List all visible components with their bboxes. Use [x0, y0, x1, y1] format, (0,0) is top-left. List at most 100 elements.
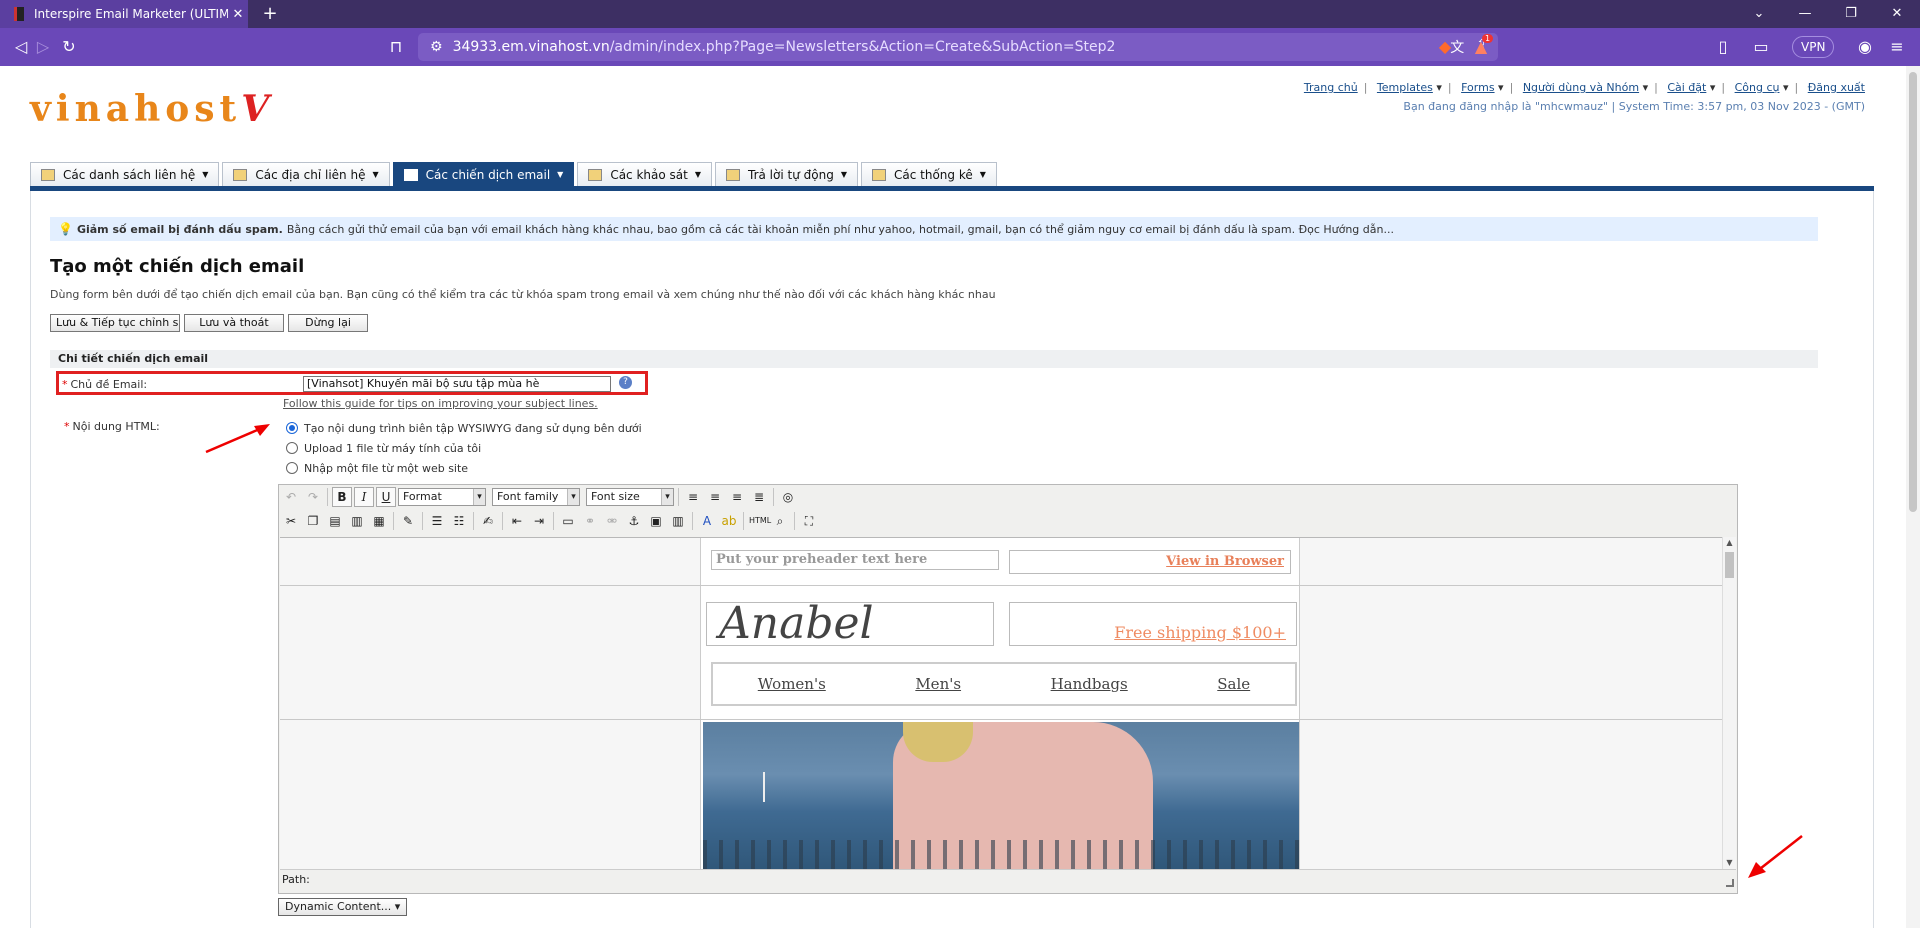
option-label: Upload 1 file từ máy tính của tôi: [304, 441, 482, 455]
site-info-icon[interactable]: ⚙: [430, 39, 443, 55]
back-icon[interactable]: ◁: [10, 37, 32, 57]
align-left-icon[interactable]: ≡: [683, 487, 703, 507]
text-color-icon[interactable]: A: [697, 511, 717, 531]
option-label: Tạo nội dung trình biên tập WYSIWYG đang…: [304, 421, 642, 435]
forward-icon[interactable]: ▷: [32, 37, 54, 57]
highlight-color-icon[interactable]: ab: [719, 511, 739, 531]
close-window-icon[interactable]: ✕: [1874, 0, 1920, 28]
bookmark-icon[interactable]: ⊓: [385, 37, 407, 57]
page-description: Dùng form bên dưới để tạo chiến dịch ema…: [50, 288, 996, 301]
align-justify-icon[interactable]: ≣: [749, 487, 769, 507]
paste-text-icon[interactable]: ▥: [347, 511, 367, 531]
tip-text: Bằng cách gửi thử email của bạn với emai…: [286, 222, 1394, 236]
site-favicon-icon: [14, 7, 24, 21]
header-band: Anabel Free shipping $100+ Women's Men's…: [280, 586, 1724, 720]
fullscreen-icon[interactable]: ⛶: [799, 511, 819, 531]
browser-toolbar: ◁ ▷ ↻ ⊓ ⚙ 34933.em.vinahost.vn/admin/ind…: [0, 28, 1920, 66]
new-tab-button[interactable]: +: [258, 3, 282, 25]
sidebar-toggle-icon[interactable]: ▯: [1712, 37, 1734, 57]
edit-icon[interactable]: ✍: [478, 511, 498, 531]
bullet-list-icon[interactable]: ☰: [427, 511, 447, 531]
sailboat-shape: [763, 772, 785, 802]
cancel-button[interactable]: Dừng lại: [288, 314, 368, 332]
scroll-thumb[interactable]: [1725, 552, 1734, 578]
browser-tab[interactable]: Interspire Email Marketer (ULTIM ✕: [0, 0, 248, 28]
free-shipping-text[interactable]: Free shipping $100+: [1009, 602, 1297, 646]
italic-button[interactable]: I: [354, 487, 374, 507]
spellcheck-icon[interactable]: ◎: [778, 487, 798, 507]
restore-icon[interactable]: ❐: [1828, 0, 1874, 28]
save-exit-button[interactable]: Lưu và thoát: [184, 314, 284, 332]
editor-scrollbar[interactable]: ▲ ▼: [1722, 537, 1736, 869]
editor-content[interactable]: Put your preheader text here View in Bro…: [280, 537, 1724, 869]
subject-input[interactable]: [Vinahsot] Khuyến mãi bộ sưu tập mùa hè: [303, 376, 611, 392]
copy-icon[interactable]: ❐: [303, 511, 323, 531]
numbered-list-icon[interactable]: ☷: [449, 511, 469, 531]
chevron-down-icon[interactable]: ⌄: [1736, 0, 1782, 28]
option-label: Nhập một file từ một web site: [304, 461, 469, 475]
media-icon[interactable]: ▥: [668, 511, 688, 531]
wysiwyg-editor: ↶ ↷ B I U Format Font family Font size ≡…: [278, 484, 1738, 894]
redo-icon[interactable]: ↷: [303, 487, 323, 507]
menu-sale[interactable]: Sale: [1217, 675, 1250, 693]
page-scrollbar[interactable]: [1906, 66, 1920, 928]
resize-handle-icon[interactable]: [1726, 879, 1734, 887]
outdent-icon[interactable]: ⇤: [507, 511, 527, 531]
table-icon[interactable]: ▭: [558, 511, 578, 531]
profile-avatar[interactable]: ◉: [1854, 37, 1876, 57]
font-size-select[interactable]: Font size: [586, 488, 674, 506]
preheader-text[interactable]: Put your preheader text here: [711, 550, 999, 570]
search-replace-icon[interactable]: ⌕: [770, 511, 790, 531]
scroll-up-icon[interactable]: ▲: [1723, 537, 1736, 549]
tip-bold: Giảm số email bị đánh dấu spam.: [76, 222, 283, 236]
save-continue-button[interactable]: Lưu & Tiếp tục chỉnh sửa: [50, 314, 180, 332]
undo-icon[interactable]: ↶: [281, 487, 301, 507]
option-upload[interactable]: Upload 1 file từ máy tính của tôi: [286, 438, 642, 458]
unlink-icon[interactable]: ⚮: [602, 511, 622, 531]
clean-format-icon[interactable]: ✎: [398, 511, 418, 531]
align-right-icon[interactable]: ≡: [727, 487, 747, 507]
reload-icon[interactable]: ↻: [58, 37, 80, 57]
menu-mens[interactable]: Men's: [915, 675, 961, 693]
brand-logo[interactable]: Anabel: [706, 602, 994, 646]
hero-image[interactable]: [703, 722, 1299, 869]
address-bar[interactable]: ⚙ 34933.em.vinahost.vn/admin/index.php?P…: [418, 33, 1498, 61]
radio-checked[interactable]: [286, 422, 298, 434]
close-tab-icon[interactable]: ✕: [228, 7, 248, 22]
indent-icon[interactable]: ⇥: [529, 511, 549, 531]
minimize-icon[interactable]: —: [1782, 0, 1828, 28]
format-select[interactable]: Format: [398, 488, 486, 506]
page-scroll-thumb[interactable]: [1909, 72, 1917, 512]
link-icon[interactable]: ⚭: [580, 511, 600, 531]
wallet-icon[interactable]: ▭: [1750, 37, 1772, 57]
option-import-url[interactable]: Nhập một file từ một web site: [286, 458, 642, 478]
vpn-button[interactable]: VPN: [1792, 36, 1835, 58]
html-source-icon[interactable]: HTML: [748, 511, 771, 531]
paste-icon[interactable]: ▤: [325, 511, 345, 531]
header-block: Anabel Free shipping $100+ Women's Men's…: [700, 586, 1300, 719]
radio-unchecked[interactable]: [286, 462, 298, 474]
help-icon[interactable]: ?: [619, 376, 632, 389]
scroll-down-icon[interactable]: ▼: [1723, 857, 1736, 869]
option-wysiwyg[interactable]: Tạo nội dung trình biên tập WYSIWYG đang…: [286, 418, 642, 438]
subject-label: * Chủ đề Email:: [62, 378, 148, 391]
underline-button[interactable]: U: [376, 487, 396, 507]
vpn-label: VPN: [1801, 40, 1826, 54]
menu-womens[interactable]: Women's: [758, 675, 826, 693]
bold-button[interactable]: B: [332, 487, 352, 507]
anchor-icon[interactable]: ⚓: [624, 511, 644, 531]
radio-unchecked[interactable]: [286, 442, 298, 454]
menu-icon[interactable]: ≡: [1886, 37, 1908, 57]
menu-handbags[interactable]: Handbags: [1051, 675, 1128, 693]
editor-toolbar-row-1: ↶ ↷ B I U Format Font family Font size ≡…: [281, 486, 798, 508]
brave-shield-icon[interactable]: ◆: [1434, 37, 1456, 57]
image-icon[interactable]: ▣: [646, 511, 666, 531]
align-center-icon[interactable]: ≡: [705, 487, 725, 507]
view-in-browser-link[interactable]: View in Browser: [1009, 550, 1291, 574]
subject-guide-link[interactable]: Follow this guide for tips on improving …: [283, 397, 598, 410]
dynamic-content-button[interactable]: Dynamic Content... ▾: [278, 898, 408, 916]
browser-tab-title: Interspire Email Marketer (ULTIM: [34, 7, 228, 21]
font-family-select[interactable]: Font family: [492, 488, 580, 506]
cut-icon[interactable]: ✂: [281, 511, 301, 531]
paste-word-icon[interactable]: ▦: [369, 511, 389, 531]
